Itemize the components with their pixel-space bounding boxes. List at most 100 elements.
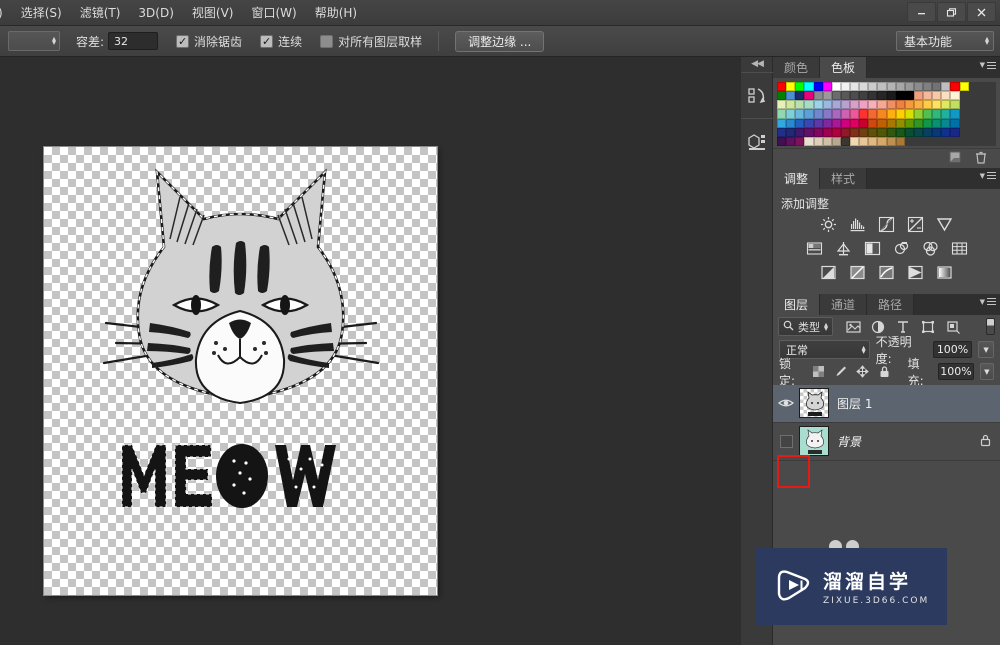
swatch-65[interactable] (932, 100, 942, 110)
swatch-146[interactable] (795, 136, 805, 146)
swatch-74[interactable] (795, 109, 805, 119)
minimize-button[interactable] (907, 2, 936, 22)
swatch-13[interactable] (895, 82, 905, 92)
swatch-50[interactable] (795, 100, 805, 110)
swatch-12[interactable] (886, 82, 896, 92)
swatch-115[interactable] (950, 118, 960, 128)
color-balance-icon[interactable] (833, 240, 853, 258)
swatch-111[interactable] (913, 118, 923, 128)
swatch-9[interactable] (859, 82, 869, 92)
swatch-99[interactable] (804, 118, 814, 128)
color-lookup-icon[interactable] (935, 264, 955, 282)
swatch-120[interactable] (777, 127, 787, 137)
fill-input[interactable]: 100% (938, 363, 974, 381)
swatch-grid[interactable] (773, 78, 1000, 148)
swatch-67[interactable] (950, 100, 960, 110)
invert-icon[interactable] (819, 264, 839, 282)
swatch-82[interactable] (868, 109, 878, 119)
swatch-43[interactable] (950, 91, 960, 101)
swatch-144[interactable] (777, 136, 787, 146)
tab-paths[interactable]: 路径 (867, 293, 915, 315)
swatch-100[interactable] (813, 118, 823, 128)
close-button[interactable] (967, 2, 996, 22)
levels-icon[interactable] (848, 216, 868, 234)
swatch-127[interactable] (840, 127, 850, 137)
swatch-107[interactable] (877, 118, 887, 128)
pixel-layer-filter-icon[interactable] (845, 319, 861, 335)
swatch-51[interactable] (804, 100, 814, 110)
swatch-4[interactable] (813, 82, 823, 92)
swatch-19[interactable] (950, 82, 960, 92)
swatch-48[interactable] (777, 100, 787, 110)
exposure-icon[interactable] (906, 216, 926, 234)
swatch-11[interactable] (877, 82, 887, 92)
swatch-89[interactable] (932, 109, 942, 119)
menu-item-3d[interactable]: 3D(D) (129, 3, 182, 23)
swatch-147[interactable] (804, 136, 814, 146)
tolerance-input[interactable]: 32 (108, 32, 159, 50)
swatch-97[interactable] (786, 118, 796, 128)
swatch-130[interactable] (868, 127, 878, 137)
swatch-123[interactable] (804, 127, 814, 137)
fill-slider-button[interactable]: ▼ (979, 363, 994, 381)
tab-layers[interactable]: 图层 (773, 293, 821, 315)
trash-icon[interactable] (974, 150, 988, 167)
swatch-86[interactable] (904, 109, 914, 119)
swatch-77[interactable] (822, 109, 832, 119)
swatch-3[interactable] (804, 82, 814, 92)
swatch-1[interactable] (786, 82, 796, 92)
swatch-151[interactable] (840, 136, 850, 146)
table-row[interactable]: 背景 (773, 423, 1000, 461)
swatch-85[interactable] (895, 109, 905, 119)
sample-all-layers-option[interactable]: ✓ 对所有图层取样 (320, 33, 422, 50)
swatch-90[interactable] (941, 109, 951, 119)
swatch-129[interactable] (859, 127, 869, 137)
swatch-72[interactable] (777, 109, 787, 119)
swatch-87[interactable] (913, 109, 923, 119)
swatch-102[interactable] (831, 118, 841, 128)
swatch-149[interactable] (822, 136, 832, 146)
swatch-76[interactable] (813, 109, 823, 119)
swatch-17[interactable] (932, 82, 942, 92)
swatch-108[interactable] (886, 118, 896, 128)
swatch-145[interactable] (786, 136, 796, 146)
layer-visibility-toggle[interactable] (773, 384, 799, 422)
swatch-88[interactable] (923, 109, 933, 119)
smart-object-filter-icon[interactable] (945, 319, 961, 335)
swatch-148[interactable] (813, 136, 823, 146)
swatch-30[interactable] (831, 91, 841, 101)
layer-kind-dropdown[interactable]: 类型 ▴ ▾ (778, 317, 834, 337)
swatch-35[interactable] (877, 91, 887, 101)
swatch-28[interactable] (813, 91, 823, 101)
swatch-152[interactable] (850, 136, 860, 146)
workspace-selector[interactable]: 基本功能 ▴ ▾ (896, 31, 994, 51)
swatch-125[interactable] (822, 127, 832, 137)
swatch-26[interactable] (795, 91, 805, 101)
swatch-126[interactable] (831, 127, 841, 137)
swatch-49[interactable] (786, 100, 796, 110)
swatch-122[interactable] (795, 127, 805, 137)
tab-swatches[interactable]: 色板 (820, 57, 868, 78)
menu-item-help[interactable]: 帮助(H) (306, 3, 366, 23)
menu-item-select[interactable]: 选择(S) (12, 3, 71, 23)
layer-name[interactable]: 背景 (837, 433, 861, 450)
lock-transparency-icon[interactable] (812, 365, 826, 379)
vibrance-icon[interactable] (935, 216, 955, 234)
swatch-6[interactable] (831, 82, 841, 92)
swatch-128[interactable] (850, 127, 860, 137)
posterize-icon[interactable] (949, 240, 969, 258)
lock-image-icon[interactable] (834, 365, 848, 379)
swatch-156[interactable] (886, 136, 896, 146)
filter-toggle-icon[interactable] (986, 318, 995, 336)
swatch-104[interactable] (850, 118, 860, 128)
swatch-64[interactable] (923, 100, 933, 110)
tool-preset-picker[interactable]: ▴ ▾ (8, 31, 60, 51)
swatch-109[interactable] (895, 118, 905, 128)
swatch-78[interactable] (831, 109, 841, 119)
swatch-103[interactable] (840, 118, 850, 128)
swatch-113[interactable] (932, 118, 942, 128)
swatch-66[interactable] (941, 100, 951, 110)
swatch-34[interactable] (868, 91, 878, 101)
swatch-53[interactable] (822, 100, 832, 110)
swatch-7[interactable] (840, 82, 850, 92)
